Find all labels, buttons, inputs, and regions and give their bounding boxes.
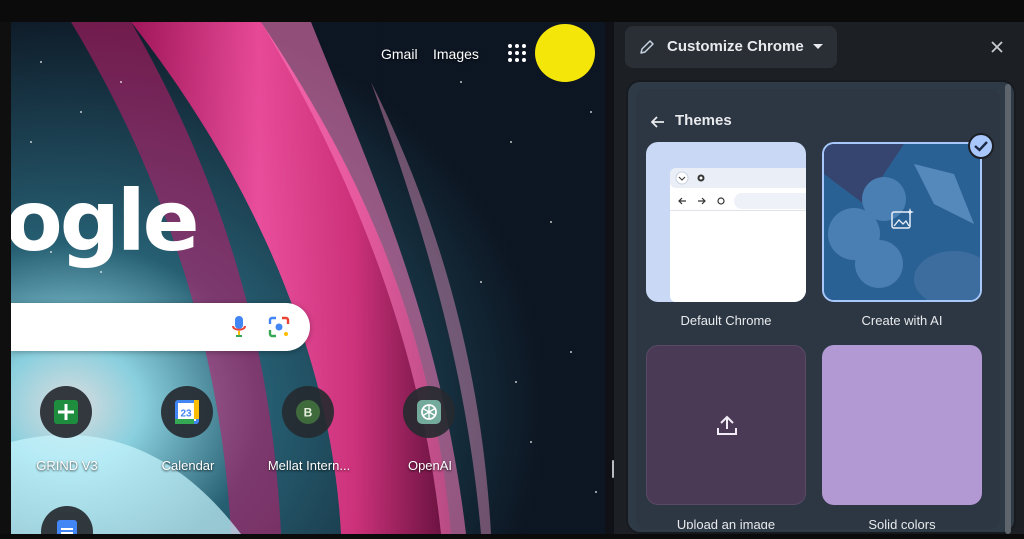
selected-check-icon	[968, 133, 994, 159]
ai-theme-preview	[824, 144, 980, 300]
docs-icon	[57, 520, 77, 534]
shortcut-grind-v3[interactable]: GRIND V3	[11, 386, 125, 486]
shortcut-mellat[interactable]: B Mellat Intern...	[251, 386, 367, 486]
search-input[interactable]	[11, 303, 310, 351]
theme-upload-image[interactable]	[646, 345, 806, 505]
google-apps-icon[interactable]	[508, 44, 528, 64]
pencil-icon	[640, 40, 654, 54]
panel-divider	[605, 22, 614, 534]
bottom-bar	[0, 534, 1024, 539]
shortcut-tile: B	[282, 386, 334, 438]
chevron-down-icon	[813, 44, 823, 49]
shortcut-openai[interactable]: OpenAI	[372, 386, 488, 486]
top-bar	[0, 0, 1024, 22]
themes-card: Themes Default Chrome Create with AI Upl…	[626, 80, 1016, 534]
panel-scrollbar[interactable]	[1005, 84, 1011, 534]
google-logo: ogle	[11, 172, 200, 270]
shortcut-calendar[interactable]: 23 Calendar	[130, 386, 246, 486]
account-avatar[interactable]	[535, 24, 595, 82]
screen: Gmail Images ogle GRIND V3 23 Calendar B…	[0, 0, 1024, 539]
gmail-link[interactable]: Gmail	[381, 46, 418, 62]
shortcut-tile	[40, 386, 92, 438]
calendar-badge: 23	[180, 409, 192, 420]
close-icon[interactable]	[989, 39, 1005, 55]
scrollbar-thumb[interactable]	[1005, 84, 1011, 534]
theme-label-ai: Create with AI	[861, 313, 943, 328]
themes-card-body: Themes Default Chrome Create with AI Upl…	[636, 89, 1000, 529]
customize-chrome-panel: Customize Chrome Themes Default Chrome C…	[614, 22, 1024, 534]
letter-b-icon: B	[296, 400, 320, 424]
openai-icon	[417, 400, 441, 424]
shortcut-label: Calendar	[161, 458, 215, 473]
google-lens-icon[interactable]	[268, 316, 290, 338]
panel-title: Customize Chrome	[667, 38, 804, 55]
theme-label-solid: Solid colors	[868, 517, 936, 529]
calendar-icon: 23	[175, 400, 199, 424]
theme-default-chrome[interactable]	[646, 142, 806, 302]
theme-create-with-ai[interactable]	[822, 142, 982, 302]
sheets-plus-icon	[54, 400, 78, 424]
theme-label-upload: Upload an image	[676, 517, 776, 529]
ntp-top-bar: Gmail Images	[11, 22, 605, 86]
theme-label-default: Default Chrome	[680, 313, 772, 328]
default-chrome-preview	[670, 168, 806, 302]
shortcut-label: OpenAI	[407, 458, 453, 473]
shortcut-label: Mellat Intern...	[267, 458, 351, 473]
images-link[interactable]: Images	[433, 46, 479, 62]
back-arrow-icon[interactable]	[651, 115, 665, 129]
shortcut-tile	[403, 386, 455, 438]
theme-solid-colors[interactable]	[822, 345, 982, 505]
shortcut-label: GRIND V3	[36, 458, 98, 473]
upload-icon	[717, 415, 737, 435]
themes-heading: Themes	[675, 112, 732, 129]
voice-search-icon[interactable]	[232, 316, 246, 338]
shortcut-tile: 23	[161, 386, 213, 438]
mellat-badge: B	[304, 406, 313, 420]
new-tab-page: Gmail Images ogle GRIND V3 23 Calendar B…	[11, 22, 605, 534]
panel-header-dropdown[interactable]: Customize Chrome	[625, 26, 837, 68]
